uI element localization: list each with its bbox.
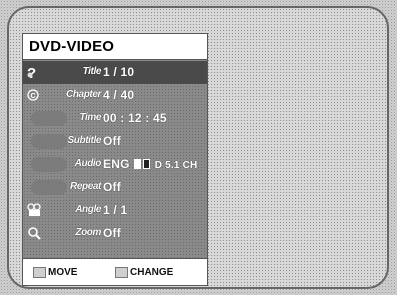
row-value: Off: [103, 134, 121, 148]
panel-title: DVD-VIDEO: [23, 34, 207, 60]
row-value: 1 / 1: [103, 203, 128, 217]
move-key-icon: [33, 267, 46, 278]
row-value: 00 : 12 : 45: [103, 111, 167, 125]
row-label: Subtitle: [67, 135, 102, 146]
row-value: Off: [103, 226, 121, 240]
row-label: Chapter: [66, 89, 101, 100]
row-label: Zoom: [75, 227, 101, 238]
audio-format: D 5.1 CH: [154, 160, 198, 171]
dolby-digital-icon: [134, 159, 142, 169]
row-angle[interactable]: Angle 1 / 1: [23, 199, 207, 222]
row-label: Repeat: [70, 181, 101, 192]
row-time[interactable]: Time 00 : 12 : 45: [23, 107, 207, 130]
row-title[interactable]: ? Title 1 / 10: [23, 61, 207, 84]
move-hint: MOVE: [48, 267, 78, 278]
change-hint: CHANGE: [130, 267, 174, 278]
row-chapter[interactable]: C Chapter 4 / 40: [23, 84, 207, 107]
row-subtitle[interactable]: Subtitle Off: [23, 130, 207, 153]
row-value: 4 / 40: [103, 88, 135, 102]
row-label: Angle: [75, 204, 101, 215]
row-label: Title: [82, 66, 102, 77]
panel-footer: MOVE CHANGE: [23, 258, 207, 285]
row-zoom[interactable]: Zoom Off: [23, 222, 207, 245]
change-key-icon: [115, 267, 128, 278]
row-value: Off: [103, 180, 121, 194]
dvd-info-panel: DVD-VIDEO ? Title 1 / 10 C Chapter 4 / 4…: [22, 33, 208, 286]
row-repeat[interactable]: Repeat Off: [23, 176, 207, 199]
row-value: 1 / 10: [103, 65, 135, 79]
dolby-digital-icon-right: [143, 159, 151, 169]
audio-language: ENG: [103, 157, 130, 171]
row-value: ENG D 5.1 CH: [103, 157, 197, 171]
row-label: Time: [79, 112, 101, 123]
row-audio[interactable]: Audio ENG D 5.1 CH: [23, 153, 207, 176]
row-label: Audio: [74, 158, 102, 169]
